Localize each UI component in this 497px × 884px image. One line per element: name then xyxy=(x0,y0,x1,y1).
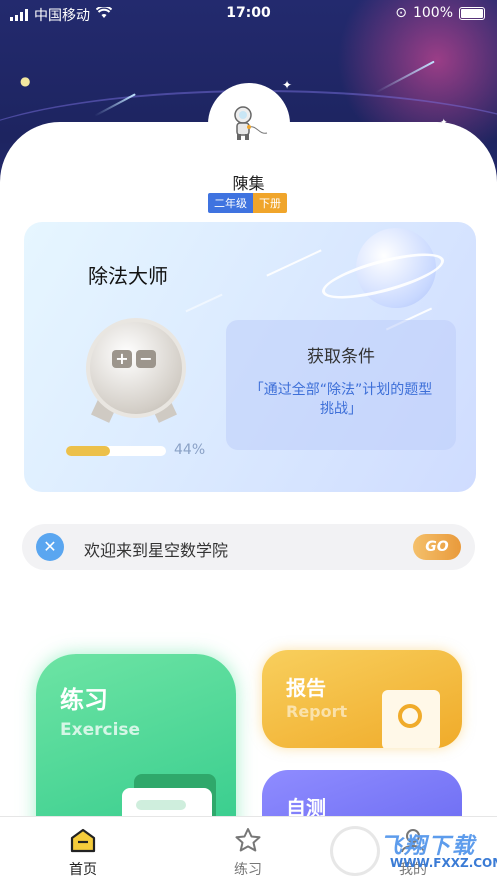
avatar[interactable] xyxy=(208,83,290,165)
term-label: 下册 xyxy=(253,193,287,213)
achievement-card[interactable]: 除法大师 + − 44% 获取条件 「通过全部“除法”计划的题型挑战」 xyxy=(24,222,476,492)
watermark-circle-icon xyxy=(330,826,380,876)
go-button[interactable]: GO xyxy=(413,534,461,560)
user-name: 陳集 xyxy=(232,174,265,193)
tab-practice-label: 练习 xyxy=(234,862,262,878)
report-magnifier-icon xyxy=(382,690,440,748)
grade-tag: 二年级 下册 xyxy=(208,193,287,213)
watermark-url: WWW.FXXZ.COM xyxy=(390,856,497,870)
battery-icon xyxy=(459,6,485,20)
condition-description: 「通过全部“除法”计划的题型挑战」 xyxy=(249,382,433,417)
tab-home-label: 首页 xyxy=(69,862,97,878)
status-bar: 中国移动 17:00 ⊙ 100% xyxy=(0,0,497,26)
condition-title: 获取条件 xyxy=(307,347,375,367)
progress-percent: 44% xyxy=(174,442,206,458)
welcome-banner[interactable]: ✕ 欢迎来到星空数学院 GO xyxy=(22,524,475,570)
condition-panel: 获取条件 「通过全部“除法”计划的题型挑战」 xyxy=(226,320,456,450)
rotation-lock-icon: ⊙ xyxy=(395,5,407,21)
star-decoration: ✦ xyxy=(282,78,293,92)
grade-label: 二年级 xyxy=(208,193,253,213)
progress-bar xyxy=(66,446,166,456)
report-title: 报告 xyxy=(286,676,326,700)
astronaut-avatar-icon xyxy=(234,106,268,140)
badge-title: 除法大师 xyxy=(88,264,168,288)
star-decoration: ● xyxy=(20,74,31,88)
welcome-text: 欢迎来到星空数学院 xyxy=(84,541,229,560)
star-icon xyxy=(235,828,261,852)
watermark-logo: 飞翔下载 WWW.FXXZ.COM xyxy=(330,824,497,876)
battery-percent: 100% xyxy=(412,5,453,21)
report-subtitle: Report xyxy=(286,702,348,721)
exercise-subtitle: Exercise xyxy=(60,720,141,740)
report-card[interactable]: 报告 Report xyxy=(262,650,462,748)
exercise-title: 练习 xyxy=(60,686,108,714)
butterfly-icon: ✕ xyxy=(36,533,64,561)
tab-practice[interactable]: 练习 xyxy=(208,827,288,879)
home-icon xyxy=(70,828,96,853)
tab-home[interactable]: 首页 xyxy=(43,827,123,879)
division-medal-icon: + − xyxy=(86,318,186,418)
